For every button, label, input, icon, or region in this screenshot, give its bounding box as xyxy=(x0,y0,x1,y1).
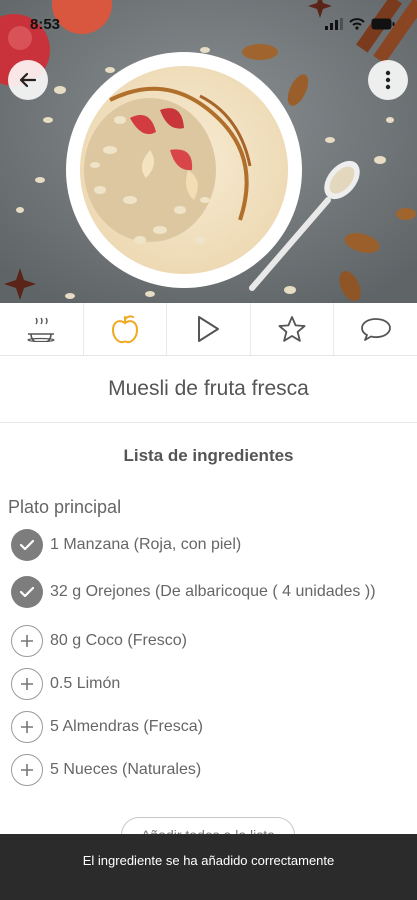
tab-ingredients[interactable] xyxy=(84,303,168,355)
battery-icon xyxy=(371,18,395,30)
ingredient-item[interactable]: 5 Almendras (Fresca) xyxy=(11,711,401,743)
arrow-left-icon xyxy=(19,72,37,88)
toast-message: El ingrediente se ha añadido correctamen… xyxy=(0,834,417,900)
plus-icon xyxy=(21,635,33,647)
tab-steps[interactable] xyxy=(167,303,251,355)
status-time: 8:53 xyxy=(30,15,61,33)
star-icon xyxy=(278,316,306,342)
checkmark-icon xyxy=(19,586,35,598)
ingredient-text: 5 Nueces (Naturales) xyxy=(50,761,202,778)
ingredient-text: 80 g Coco (Fresco) xyxy=(50,632,187,649)
plus-icon xyxy=(21,721,33,733)
ingredient-checked-button[interactable] xyxy=(11,529,43,561)
status-bar: 8:53 xyxy=(0,0,417,48)
add-ingredient-button[interactable] xyxy=(11,711,43,743)
more-vertical-icon xyxy=(385,70,391,90)
ingredient-text: 0.5 Limón xyxy=(50,675,121,692)
ingredient-item[interactable]: 80 g Coco (Fresco) xyxy=(11,625,401,657)
tab-comments[interactable] xyxy=(334,303,417,355)
ingredient-group-label: Plato principal xyxy=(8,497,122,517)
back-button[interactable] xyxy=(8,60,48,100)
ingredient-item[interactable]: 1 Manzana (Roja, con piel) xyxy=(11,529,401,561)
ingredient-item[interactable]: 32 g Orejones (De albaricoque ( 4 unidad… xyxy=(11,576,401,608)
signal-icon xyxy=(325,18,343,30)
recipe-title: Muesli de fruta fresca xyxy=(0,356,417,423)
tab-overview[interactable] xyxy=(0,303,84,355)
plus-icon xyxy=(21,678,33,690)
ingredient-item[interactable]: 0.5 Limón xyxy=(11,668,401,700)
comment-icon xyxy=(360,318,391,341)
checkmark-icon xyxy=(19,539,35,551)
ingredient-text: 1 Manzana (Roja, con piel) xyxy=(50,536,242,553)
play-icon xyxy=(198,316,220,342)
ingredient-item[interactable]: 5 Nueces (Naturales) xyxy=(11,754,401,786)
ingredients-section-title: Lista de ingredientes xyxy=(123,446,294,465)
status-icons xyxy=(325,18,395,30)
ingredient-text: 5 Almendras (Fresca) xyxy=(50,718,203,735)
apple-icon xyxy=(111,315,138,344)
add-ingredient-button[interactable] xyxy=(11,625,43,657)
wifi-icon xyxy=(349,18,365,30)
more-options-button[interactable] xyxy=(368,60,408,100)
tab-rating[interactable] xyxy=(251,303,335,355)
recipe-tab-bar xyxy=(0,303,417,356)
ingredient-checked-button[interactable] xyxy=(11,576,43,608)
add-ingredient-button[interactable] xyxy=(11,668,43,700)
toast-text: El ingrediente se ha añadido correctamen… xyxy=(82,852,335,868)
dish-icon xyxy=(27,317,55,342)
ingredient-text: 32 g Orejones (De albaricoque ( 4 unidad… xyxy=(50,583,376,600)
add-ingredient-button[interactable] xyxy=(11,754,43,786)
plus-icon xyxy=(21,764,33,776)
